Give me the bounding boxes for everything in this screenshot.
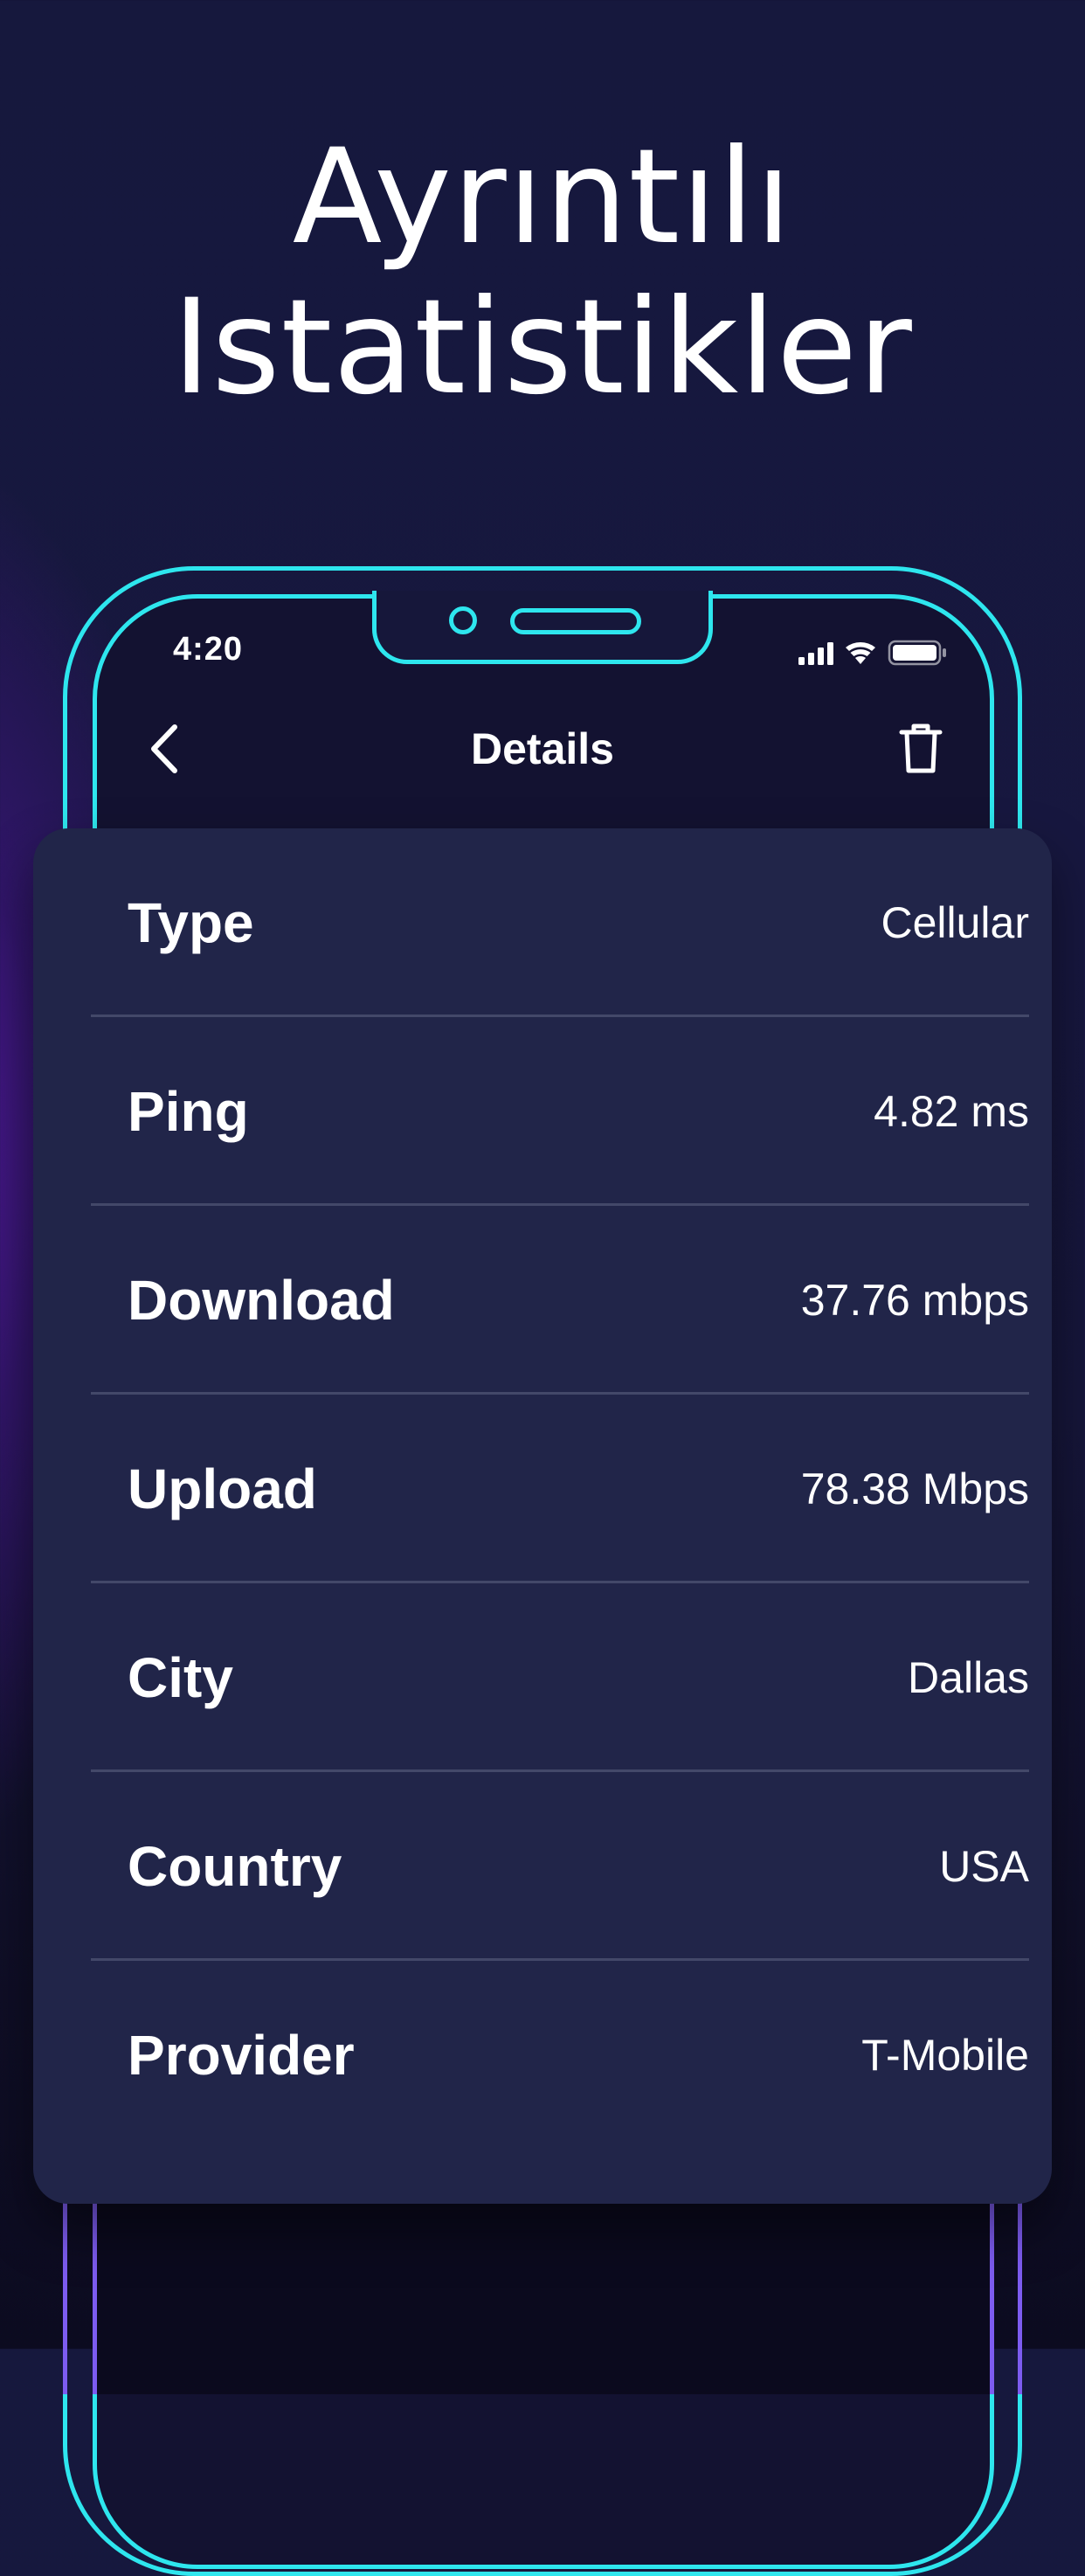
detail-value: 78.38 Mbps [800,1465,1029,1513]
status-icons [798,640,956,666]
headline-line-2: Istatistikler [172,272,913,424]
detail-label: Download [128,1269,395,1332]
trash-icon [899,724,943,773]
detail-label: Upload [128,1458,317,1520]
detail-row-provider: Provider T-Mobile [91,1961,1029,2150]
detail-label: Ping [128,1080,249,1143]
camera-icon [449,606,477,634]
detail-row-download: Download 37.76 mbps [91,1206,1029,1395]
detail-label: Type [128,891,254,954]
detail-label: Country [128,1835,342,1898]
wifi-icon [846,641,875,664]
phone-notch-mask [377,591,708,598]
detail-value: 37.76 mbps [800,1276,1029,1325]
back-button[interactable] [140,718,192,779]
detail-row-city: City Dallas [91,1583,1029,1772]
detail-row-ping: Ping 4.82 ms [91,1017,1029,1206]
battery-icon [888,640,946,666]
delete-button[interactable] [895,718,947,779]
detail-value: 4.82 ms [874,1087,1029,1136]
detail-row-country: Country USA [91,1772,1029,1961]
headline-line-1: Ayrıntılı [292,121,793,274]
detail-row-type: Type Cellular [91,828,1029,1017]
detail-value: USA [939,1842,1029,1891]
detail-row-upload: Upload 78.38 Mbps [91,1395,1029,1583]
detail-label: Provider [128,2024,355,2087]
details-card: Type Cellular Ping 4.82 ms Download 37.7… [33,828,1052,2204]
status-time: 4:20 [173,631,244,668]
detail-value: Dallas [908,1653,1029,1702]
detail-value: Cellular [881,898,1029,947]
detail-label: City [128,1646,233,1709]
page-title: Details [471,724,614,773]
promo-headline: Ayrıntılı Istatistikler [0,122,1085,423]
signal-icon [798,642,833,665]
chevron-left-icon [151,724,177,773]
detail-value: T-Mobile [861,2031,1029,2080]
speaker-icon [510,608,641,634]
